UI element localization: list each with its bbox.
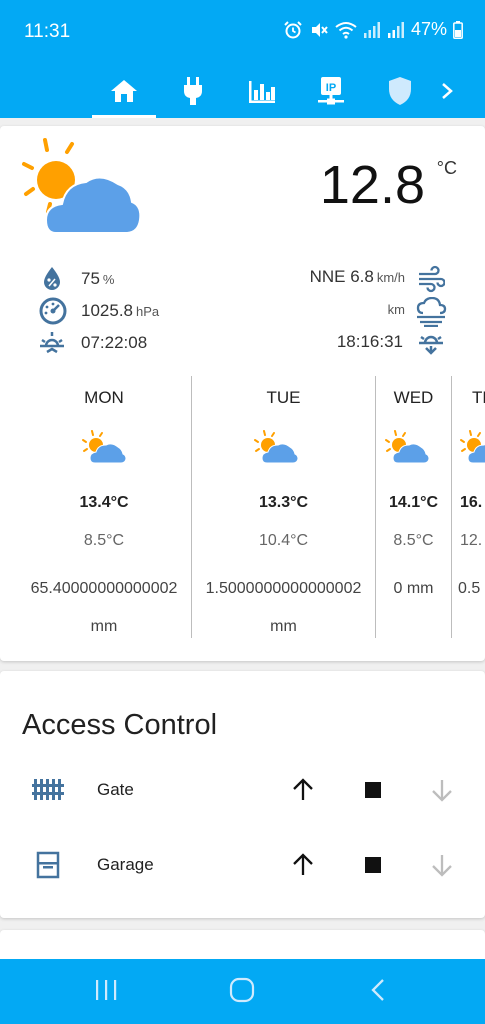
- current-temperature: 12.8: [319, 155, 425, 215]
- forecast-low: 10.4°C: [258, 532, 309, 549]
- recent-apps-icon: [94, 979, 118, 1006]
- mute-icon: [309, 20, 329, 40]
- svg-text:IP: IP: [326, 82, 336, 94]
- home-circle-icon: [229, 977, 255, 1008]
- forecast-day: WED 14.1°C 8.5°C 0 mm: [376, 376, 452, 638]
- forecast-low: 8.5°C: [393, 532, 434, 549]
- wifi-icon: [335, 21, 357, 39]
- forecast-high: 13.3°C: [258, 494, 309, 511]
- forecast-rain: 1.5000000000000002 mm: [205, 580, 362, 635]
- home-button[interactable]: [222, 977, 262, 1007]
- forecast-day-label: WED: [393, 388, 434, 407]
- alarm-icon: [283, 20, 303, 40]
- access-row-gate: Gate: [0, 760, 485, 820]
- forecast-day: TUE 13.3°C 10.4°C 1.5000000000000002 mm: [192, 376, 376, 638]
- forecast-day-label: THU: [472, 388, 485, 407]
- sunset-icon: [417, 329, 445, 362]
- access-control-title: Access Control: [22, 709, 218, 741]
- weather-card[interactable]: 12.8 °C 75% 1025.8 hPa 07:22:08 NNE 6.8 km…: [0, 126, 485, 661]
- partly-cloudy-icon: [384, 430, 430, 471]
- home-icon: [110, 78, 138, 104]
- recent-apps-button[interactable]: [86, 977, 126, 1007]
- wind-value: NNE 6.8 km/h: [309, 267, 405, 286]
- tab-home[interactable]: [92, 64, 156, 118]
- access-label[interactable]: Garage: [97, 855, 154, 875]
- close-button[interactable]: [424, 847, 460, 883]
- visibility-value: km: [387, 302, 405, 317]
- partly-cloudy-icon: [81, 430, 127, 471]
- partly-cloudy-icon: [459, 430, 485, 471]
- app-header: 11:31 47% IP: [0, 0, 485, 118]
- forecast: MON 13.4°C 8.5°C 65.40000000000002 mm TUE…: [0, 376, 485, 638]
- forecast-rain: 0 mm: [393, 580, 434, 597]
- signal-icon: [363, 21, 381, 38]
- tab-bar: IP: [0, 64, 485, 118]
- forecast-high: 16.: [460, 494, 483, 511]
- access-label[interactable]: Gate: [97, 780, 134, 800]
- forecast-high: 13.4°C: [79, 494, 129, 511]
- forecast-low: 8.5°C: [83, 532, 125, 549]
- sunset-time: 18:16:31: [336, 332, 403, 351]
- tab-security[interactable]: [368, 64, 432, 118]
- humidity-icon: [40, 266, 64, 297]
- bar-chart-icon: [248, 78, 276, 104]
- battery-icon: [453, 20, 463, 39]
- tab-scroll-right[interactable]: [432, 64, 462, 118]
- forecast-rain: 65.40000000000002 mm: [30, 580, 178, 635]
- open-button[interactable]: [285, 772, 321, 808]
- forecast-day-label: TUE: [266, 388, 301, 407]
- forecast-day-label: MON: [84, 388, 124, 407]
- stop-button[interactable]: [355, 772, 391, 808]
- access-control-card: Access Control Gate Garage: [0, 671, 485, 918]
- fog-icon: [415, 296, 447, 332]
- status-bar: 11:31 47%: [0, 0, 485, 64]
- tab-energy[interactable]: [161, 64, 225, 118]
- back-button[interactable]: [358, 977, 398, 1007]
- status-icons: 47%: [283, 19, 463, 40]
- battery-percent: 47%: [410, 19, 447, 39]
- partly-cloudy-icon: [18, 136, 144, 245]
- chevron-right-icon: [440, 81, 454, 101]
- ip-network-icon: IP: [317, 76, 345, 106]
- sunrise-time: 07:22:08: [81, 333, 148, 352]
- forecast-rain: 0.5: [458, 580, 481, 597]
- back-icon: [370, 978, 386, 1007]
- temperature-unit: °C: [436, 158, 457, 178]
- shield-icon: [388, 76, 412, 106]
- pressure-value: 1025.8 hPa: [81, 301, 160, 320]
- forecast-day: THU 16. 12. 0.5: [452, 376, 485, 638]
- forecast-day: MON 13.4°C 8.5°C 65.40000000000002 mm: [17, 376, 192, 638]
- close-button[interactable]: [424, 772, 460, 808]
- stop-button[interactable]: [355, 847, 391, 883]
- tab-statistics[interactable]: [230, 64, 294, 118]
- forecast-high: 14.1°C: [388, 494, 439, 511]
- access-row-garage: Garage: [0, 835, 485, 895]
- gate-icon[interactable]: [32, 776, 64, 807]
- signal-icon-2: [387, 21, 405, 38]
- sunrise-icon: [38, 329, 66, 362]
- plug-icon: [182, 76, 204, 106]
- partly-cloudy-icon: [253, 430, 299, 471]
- garage-icon[interactable]: [36, 851, 60, 884]
- status-time: 11:31: [24, 21, 71, 42]
- forecast-low: 12.: [460, 532, 483, 549]
- humidity-value: 75%: [81, 269, 115, 288]
- pressure-gauge-icon: [39, 297, 67, 330]
- open-button[interactable]: [285, 847, 321, 883]
- wind-icon: [417, 265, 446, 298]
- system-nav-bar: [0, 959, 485, 1024]
- tab-network[interactable]: IP: [299, 64, 363, 118]
